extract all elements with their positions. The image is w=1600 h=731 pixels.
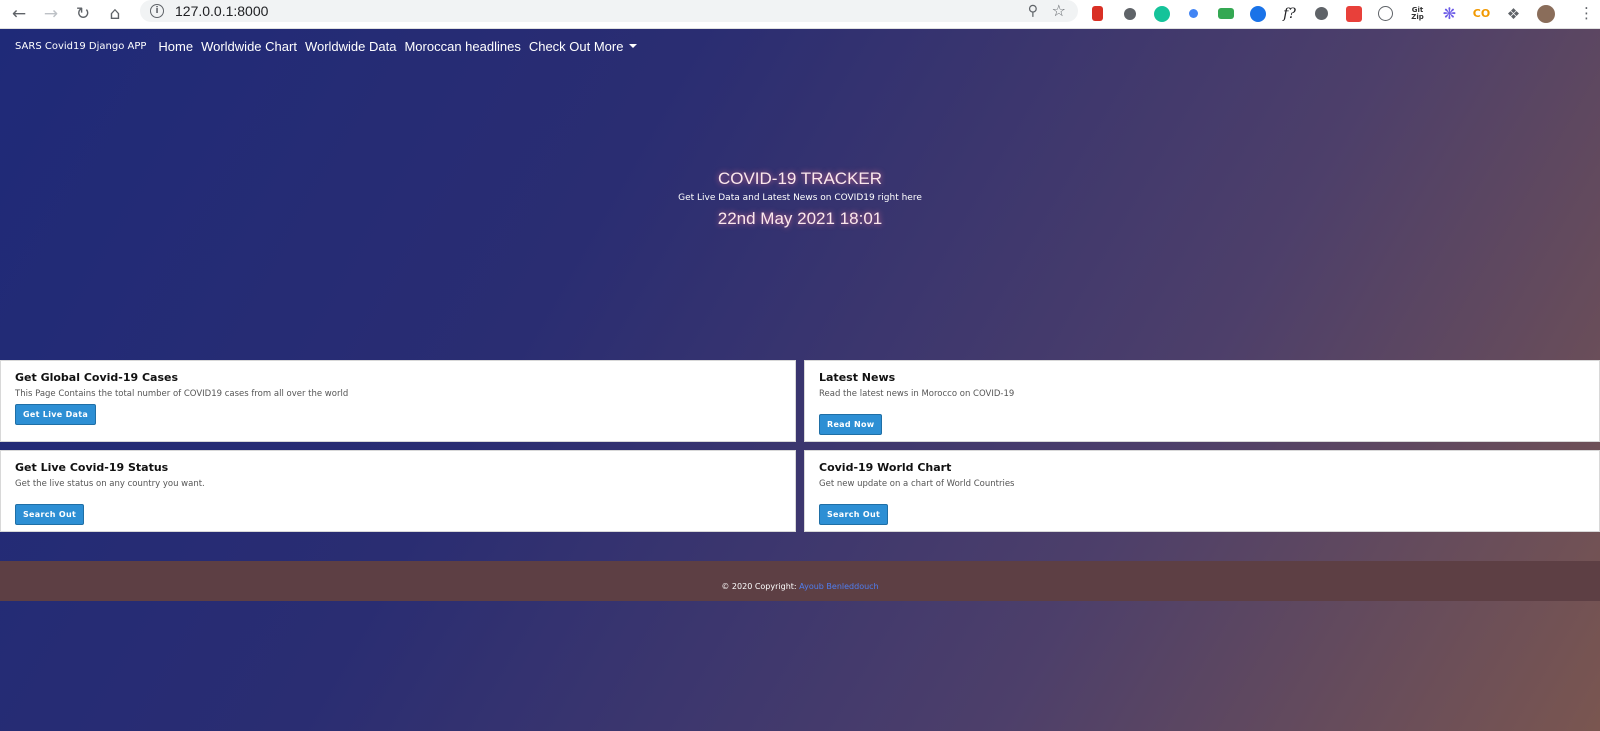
nav-worldwide-chart[interactable]: Worldwide Chart — [201, 39, 297, 54]
nav-moroccan-headlines[interactable]: Moroccan headlines — [404, 39, 520, 54]
address-bar[interactable]: i 127.0.0.1:8000 ⚲ ☆ — [140, 0, 1078, 22]
url-text[interactable]: 127.0.0.1:8000 — [175, 3, 268, 19]
card-title: Get Live Covid-19 Status — [15, 461, 169, 474]
card-text: This Page Contains the total number of C… — [15, 389, 349, 399]
download-icon[interactable] — [1374, 2, 1397, 25]
browser-toolbar: ← → ↻ ⌂ i 127.0.0.1:8000 ⚲ ☆ f? Git Zip ❋… — [0, 0, 1600, 29]
forward-icon[interactable]: → — [38, 1, 64, 27]
puzzle-icon[interactable]: ❖ — [1502, 2, 1525, 25]
card-live-status: Get Live Covid-19 Status Get the live st… — [0, 450, 796, 532]
card-text: Get the live status on any country you w… — [15, 479, 205, 489]
footer-copyright: © 2020 Copyright: — [721, 582, 797, 591]
nav-check-out-more-dropdown[interactable]: Check Out More — [529, 39, 638, 54]
extension-1-icon[interactable] — [1086, 2, 1109, 25]
nav-worldwide-data[interactable]: Worldwide Data — [305, 39, 397, 54]
footer-author-link[interactable]: Ayoub Benleddouch — [799, 582, 878, 591]
back-icon[interactable]: ← — [6, 1, 32, 27]
card-latest-news: Latest News Read the latest news in Moro… — [804, 360, 1600, 442]
card-world-chart: Covid-19 World Chart Get new update on a… — [804, 450, 1600, 532]
footer: © 2020 Copyright: Ayoub Benleddouch — [0, 561, 1600, 601]
card-text: Read the latest news in Morocco on COVID… — [819, 389, 1015, 399]
extension-9-icon[interactable] — [1342, 2, 1365, 25]
extension-12-icon[interactable]: ❋ — [1438, 2, 1461, 25]
extension-13-icon[interactable]: CO — [1470, 2, 1493, 25]
navbar: SARS Covid19 Django APP Home Worldwide C… — [0, 29, 1600, 63]
card-title: Latest News — [819, 371, 896, 384]
info-icon[interactable]: i — [150, 4, 164, 18]
menu-icon[interactable]: ⋮ — [1579, 4, 1594, 22]
extensions-bar: f? Git Zip ❋ CO ❖ — [1086, 2, 1557, 25]
hero: COVID-19 TRACKER Get Live Data and Lates… — [0, 169, 1600, 229]
card-title: Covid-19 World Chart — [819, 461, 952, 474]
hero-date: 22nd May 2021 18:01 — [717, 209, 883, 228]
grammarly-icon[interactable] — [1150, 2, 1173, 25]
hero-title: COVID-19 TRACKER — [717, 169, 883, 188]
star-icon[interactable]: ☆ — [1052, 1, 1066, 20]
search-out-button[interactable]: Search Out — [819, 504, 889, 525]
page-body: SARS Covid19 Django APP Home Worldwide C… — [0, 29, 1600, 731]
font-finder-icon[interactable]: f? — [1278, 2, 1301, 25]
get-live-data-button[interactable]: Get Live Data — [15, 404, 97, 425]
read-now-button[interactable]: Read Now — [819, 414, 883, 435]
avatar[interactable] — [1534, 2, 1557, 25]
extension-4-icon[interactable] — [1182, 2, 1205, 25]
extension-5-icon[interactable] — [1214, 2, 1237, 25]
card-title: Get Global Covid-19 Cases — [15, 371, 179, 384]
card-text: Get new update on a chart of World Count… — [819, 479, 1015, 489]
navbar-brand[interactable]: SARS Covid19 Django APP — [15, 41, 146, 52]
search-out-button[interactable]: Search Out — [15, 504, 85, 525]
zoom-icon[interactable]: ⚲ — [1028, 3, 1038, 19]
gitzip-icon[interactable]: Git Zip — [1406, 2, 1429, 25]
card-global-cases: Get Global Covid-19 Cases This Page Cont… — [0, 360, 796, 442]
extension-2-icon[interactable] — [1118, 2, 1141, 25]
nav-home[interactable]: Home — [158, 39, 193, 54]
reload-icon[interactable]: ↻ — [70, 1, 96, 27]
globe-icon[interactable] — [1246, 2, 1269, 25]
hero-subtitle: Get Live Data and Latest News on COVID19… — [678, 193, 922, 203]
home-icon[interactable]: ⌂ — [102, 1, 128, 27]
extension-8-icon[interactable] — [1310, 2, 1333, 25]
